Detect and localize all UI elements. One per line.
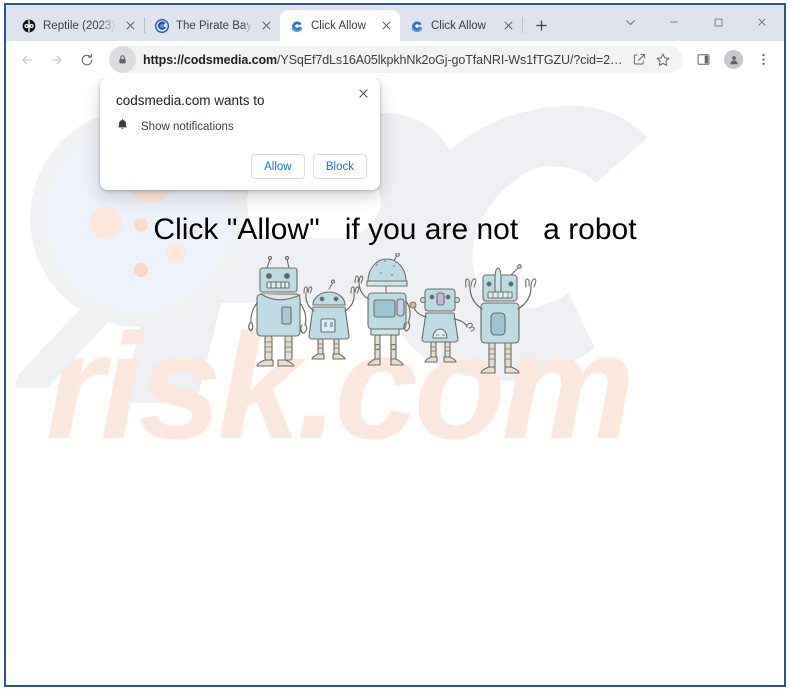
tab-pirate-bay[interactable]: The Pirate Bay - (145, 10, 280, 41)
tab-label: The Pirate Bay - (176, 19, 252, 32)
profile-avatar-icon[interactable] (719, 45, 748, 74)
permission-dialog-title: codsmedia.com wants to (116, 93, 265, 108)
permission-request-row: Show notifications (116, 118, 234, 136)
pirate-bay-favicon (154, 18, 170, 33)
forward-arrow-icon[interactable] (42, 45, 71, 74)
close-icon[interactable] (379, 18, 394, 33)
close-icon[interactable] (259, 18, 274, 33)
new-tab-button[interactable] (527, 11, 555, 39)
tab-click-allow-active[interactable]: Click Allow (280, 10, 400, 41)
maximize-button[interactable] (696, 5, 740, 39)
url-path: /YSqEf7dLs16A05lkpkhNk2oGj-goTfaNRI-Ws1f… (277, 52, 627, 67)
address-bar[interactable]: https://codsmedia.com/YSqEf7dLs16A05lkpk… (109, 46, 683, 73)
close-window-button[interactable] (740, 5, 784, 39)
permission-actions: Allow Block (250, 154, 367, 179)
lock-icon[interactable] (109, 46, 136, 73)
tab-divider (522, 17, 523, 33)
tab-label: Reptile (2023) Fu (43, 19, 116, 32)
dark-circle-favicon (22, 19, 36, 33)
bell-icon (116, 118, 129, 136)
close-icon[interactable] (501, 18, 516, 33)
avatar (724, 50, 743, 69)
url-domain: https://codsmedia.com (143, 52, 278, 67)
window-controls (608, 5, 784, 41)
url-text: https://codsmedia.com/YSqEf7dLs16A05lkpk… (143, 53, 627, 67)
tab-label: Click Allow (431, 19, 486, 32)
tab-click-allow-2[interactable]: Click Allow (400, 10, 522, 41)
star-icon[interactable] (651, 48, 675, 72)
tab-label: Click Allow (311, 19, 366, 32)
browser-window: Reptile (2023) Fu The Pirate Bay - (4, 3, 786, 687)
back-arrow-icon[interactable] (12, 45, 41, 74)
minimize-button[interactable] (652, 5, 696, 39)
close-icon[interactable] (123, 18, 138, 33)
page-content: risk.com Click "Allow" if you are not a … (6, 78, 784, 685)
tab-strip: Reptile (2023) Fu The Pirate Bay - (6, 5, 784, 41)
click-allow-favicon (410, 19, 424, 33)
notification-permission-dialog: codsmedia.com wants to Show notification… (100, 78, 380, 190)
tab-reptile[interactable]: Reptile (2023) Fu (12, 10, 144, 41)
allow-button[interactable]: Allow (250, 154, 305, 179)
click-allow-favicon (290, 19, 304, 33)
close-icon[interactable] (354, 84, 372, 102)
three-dot-menu-icon[interactable] (749, 45, 778, 74)
block-button[interactable]: Block (312, 154, 367, 179)
browser-toolbar: https://codsmedia.com/YSqEf7dLs16A05lkpk… (6, 41, 784, 78)
reload-icon[interactable] (72, 45, 101, 74)
tab-search-button[interactable] (608, 5, 652, 39)
robots-illustration (245, 252, 545, 378)
side-panel-icon[interactable] (689, 45, 718, 74)
page-title: Click "Allow" if you are not a robot (153, 213, 637, 246)
share-icon[interactable] (627, 48, 651, 72)
permission-label: Show notifications (141, 121, 234, 133)
